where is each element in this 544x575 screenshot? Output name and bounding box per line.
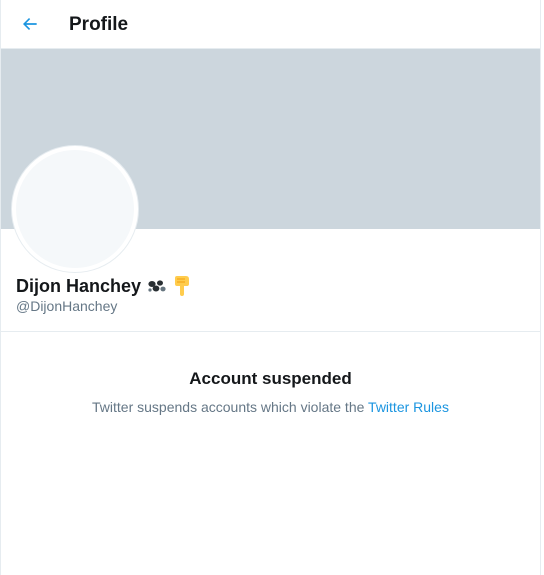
twitter-rules-link[interactable]: Twitter Rules — [368, 399, 449, 415]
back-button[interactable] — [11, 5, 49, 43]
divider — [1, 331, 540, 332]
page-title: Profile — [69, 14, 129, 35]
profile-page: Profile Dijon Hanchey @DijonHanchey Acco… — [0, 0, 541, 575]
arrow-left-icon — [23, 18, 37, 30]
avatar[interactable] — [12, 146, 138, 272]
user-handle: @DijonHanchey — [16, 298, 118, 314]
cow-spots-icon — [147, 279, 167, 293]
pointing-down-hand-icon — [173, 275, 191, 297]
suspended-message: Twitter suspends accounts which violate … — [1, 398, 540, 416]
suspended-title: Account suspended — [189, 369, 352, 388]
profile-name-row: Dijon Hanchey — [16, 274, 191, 298]
suspended-message-text: Twitter suspends accounts which violate … — [92, 399, 365, 415]
display-name: Dijon Hanchey — [16, 276, 142, 296]
top-bar: Profile — [1, 0, 540, 49]
